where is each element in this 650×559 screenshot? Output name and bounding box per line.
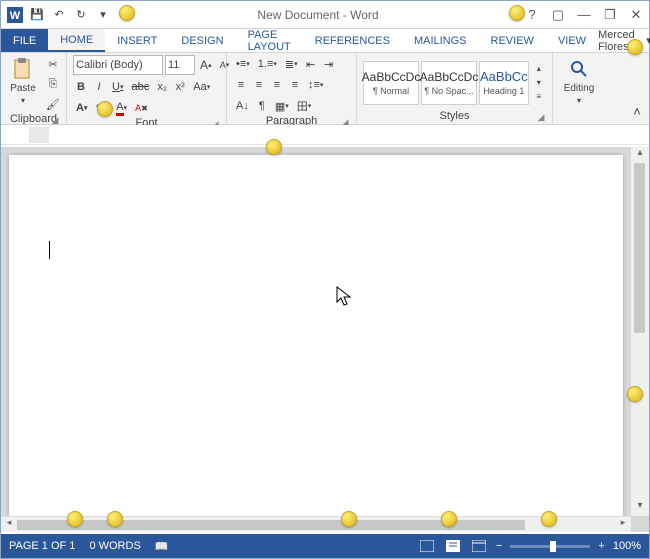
styles-launcher[interactable]: ◢ — [536, 112, 546, 122]
minimize-button[interactable]: — — [575, 7, 593, 22]
group-styles: AaBbCcDc¶ Normal AaBbCcDc¶ No Spac... Aa… — [357, 53, 553, 124]
close-button[interactable]: ✕ — [627, 7, 645, 23]
show-hide-button[interactable]: ¶ — [254, 97, 270, 115]
status-word-count[interactable]: 0 WORDS — [89, 540, 140, 553]
title-bar: W 💾 ↶ ↻ ▾ New Document - Word ? ▢ — ❐ ✕ — [1, 1, 649, 29]
save-button[interactable]: 💾 — [27, 5, 47, 25]
zoom-slider[interactable] — [510, 545, 590, 548]
vertical-scrollbar[interactable]: ▴ ▾ — [631, 147, 649, 516]
tab-view[interactable]: VIEW — [546, 29, 598, 52]
undo-button[interactable]: ↶ — [49, 5, 69, 25]
document-area: ▴ ▾ ◂ ▸ — [1, 147, 649, 532]
group-clipboard: Paste ▾ ✂ ⎘ 🖌 Clipboard◢ — [1, 53, 67, 124]
find-icon — [565, 57, 593, 81]
justify-button[interactable]: ≡ — [287, 76, 303, 94]
group-editing: Editing ▾ — [553, 53, 605, 124]
style-no-spacing[interactable]: AaBbCcDc¶ No Spac... — [421, 61, 477, 105]
styles-more[interactable]: ≡ — [531, 90, 547, 104]
tab-review[interactable]: REVIEW — [479, 29, 546, 52]
styles-row-up[interactable]: ▴ — [531, 62, 547, 76]
cut-button[interactable]: ✂ — [43, 55, 63, 73]
font-color-button[interactable]: A▾ — [113, 99, 130, 117]
text-cursor — [49, 241, 50, 259]
font-name-combo[interactable] — [73, 55, 163, 75]
document-page[interactable] — [9, 155, 623, 532]
paste-label: Paste — [10, 83, 36, 94]
underline-button[interactable]: U▾ — [109, 78, 126, 96]
clipboard-launcher[interactable]: ◢ — [50, 115, 60, 125]
shading-button[interactable]: ▦▾ — [272, 97, 292, 115]
view-print-layout[interactable] — [444, 538, 462, 554]
multilevel-list-button[interactable]: ≣▾ — [282, 55, 301, 73]
bullets-button[interactable]: •≡▾ — [233, 55, 253, 73]
tab-design[interactable]: DESIGN — [169, 29, 235, 52]
align-center-button[interactable]: ≡ — [251, 76, 267, 94]
line-spacing-button[interactable]: ↕≡▾ — [305, 76, 326, 94]
editing-label: Editing — [564, 83, 595, 94]
increase-indent-button[interactable]: ⇥ — [321, 55, 337, 73]
svg-text:W: W — [10, 10, 21, 22]
horizontal-scrollbar[interactable]: ◂ ▸ — [1, 516, 631, 532]
strikethrough-button[interactable]: abc — [128, 78, 152, 96]
borders-button[interactable]: 田▾ — [294, 97, 315, 115]
scroll-up-arrow[interactable]: ▴ — [631, 147, 649, 163]
status-page[interactable]: PAGE 1 OF 1 — [9, 540, 75, 553]
scroll-down-arrow[interactable]: ▾ — [631, 500, 649, 516]
quick-access-toolbar: W 💾 ↶ ↻ ▾ — [5, 5, 113, 25]
copy-button[interactable]: ⎘ — [43, 75, 63, 93]
styles-row-down[interactable]: ▾ — [531, 76, 547, 90]
style-heading-1[interactable]: AaBbCcHeading 1 — [479, 61, 529, 105]
paste-button[interactable]: Paste ▾ — [7, 55, 39, 107]
tab-page-layout[interactable]: PAGE LAYOUT — [236, 29, 303, 52]
decrease-indent-button[interactable]: ⇤ — [303, 55, 319, 73]
ribbon-display-options[interactable]: ▢ — [549, 7, 567, 23]
collapse-ribbon-button[interactable]: ˄ — [629, 102, 645, 120]
italic-button[interactable]: I — [91, 78, 107, 96]
format-painter-button[interactable]: 🖌 — [43, 95, 63, 113]
tab-file[interactable]: FILE — [1, 29, 48, 52]
tab-references[interactable]: REFERENCES — [303, 29, 402, 52]
qat-customize[interactable]: ▾ — [93, 5, 113, 25]
numbering-button[interactable]: 1.≡▾ — [255, 55, 280, 73]
word-icon[interactable]: W — [5, 5, 25, 25]
window-title: New Document - Word — [113, 8, 523, 22]
zoom-out-button[interactable]: − — [496, 540, 502, 552]
align-right-button[interactable]: ≡ — [269, 76, 285, 94]
ribbon-tabs: FILE HOME INSERT DESIGN PAGE LAYOUT REFE… — [1, 29, 649, 53]
zoom-in-button[interactable]: + — [598, 540, 604, 552]
help-button[interactable]: ? — [523, 7, 541, 22]
tab-home[interactable]: HOME — [48, 29, 105, 52]
status-proofing-icon[interactable]: 📖 — [155, 540, 169, 553]
view-read-mode[interactable] — [418, 538, 436, 554]
editing-button[interactable]: Editing ▾ — [562, 55, 597, 107]
restore-button[interactable]: ❐ — [601, 7, 619, 23]
subscript-button[interactable]: x₂ — [154, 78, 170, 96]
sort-button[interactable]: A↓ — [233, 97, 252, 115]
styles-group-label: Styles — [440, 110, 470, 122]
align-left-button[interactable]: ≡ — [233, 76, 249, 94]
text-effects-button[interactable]: A▾ — [73, 99, 90, 117]
window-buttons: ? ▢ — ❐ ✕ — [523, 7, 645, 23]
status-bar: PAGE 1 OF 1 0 WORDS 📖 − + 100% — [1, 534, 649, 558]
paste-icon — [9, 57, 37, 81]
group-paragraph: •≡▾ 1.≡▾ ≣▾ ⇤ ⇥ ≡ ≡ ≡ ≡ ↕≡▾ A↓ ¶ ▦▾ 田▾ P… — [227, 53, 357, 124]
group-font: A▴ A▾ B I U▾ abc x₂ x² Aa▾ A▾ ✎▾ A▾ A✖ F… — [67, 53, 227, 124]
bold-button[interactable]: B — [73, 78, 89, 96]
zoom-percentage[interactable]: 100% — [613, 540, 641, 552]
style-normal[interactable]: AaBbCcDc¶ Normal — [363, 61, 419, 105]
tab-insert[interactable]: INSERT — [105, 29, 169, 52]
view-web-layout[interactable] — [470, 538, 488, 554]
font-size-combo[interactable] — [165, 55, 195, 75]
ruler-horizontal[interactable] — [1, 125, 649, 145]
grow-font-button[interactable]: A▴ — [197, 56, 215, 74]
superscript-button[interactable]: x² — [172, 78, 188, 96]
change-case-button[interactable]: Aa▾ — [190, 78, 213, 96]
clear-formatting-button[interactable]: A✖ — [132, 99, 151, 117]
redo-button[interactable]: ↻ — [71, 5, 91, 25]
tab-mailings[interactable]: MAILINGS — [402, 29, 479, 52]
